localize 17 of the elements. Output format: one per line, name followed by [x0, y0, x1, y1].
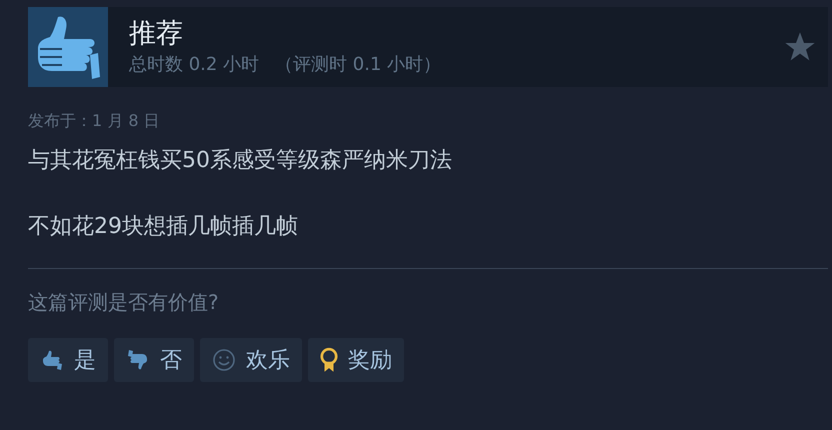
award-button[interactable]: 奖励 — [308, 338, 404, 382]
no-button[interactable]: 否 — [114, 338, 194, 382]
review-verdict: 推荐 — [129, 18, 184, 50]
posted-date: 发布于：1 月 8 日 — [28, 111, 161, 132]
thumbs-down-icon — [126, 348, 150, 372]
funny-button[interactable]: 欢乐 — [200, 338, 302, 382]
playtime-text: 总时数 0.2 小时 — [129, 53, 260, 76]
award-icon — [320, 347, 338, 373]
thumbs-up-icon — [40, 348, 64, 372]
helpful-question: 这篇评测是否有价值? — [28, 289, 220, 316]
smiley-icon — [212, 348, 236, 372]
thumbs-up-icon — [28, 7, 108, 87]
review-time-text: （评测时 0.1 小时） — [275, 53, 442, 76]
star-icon[interactable] — [784, 31, 816, 63]
yes-button[interactable]: 是 — [28, 338, 108, 382]
review-text: 不如花29块想插几帧插几帧 — [28, 213, 299, 241]
review-text: 与其花冤枉钱买50系感受等级森严纳米刀法 — [28, 147, 453, 175]
